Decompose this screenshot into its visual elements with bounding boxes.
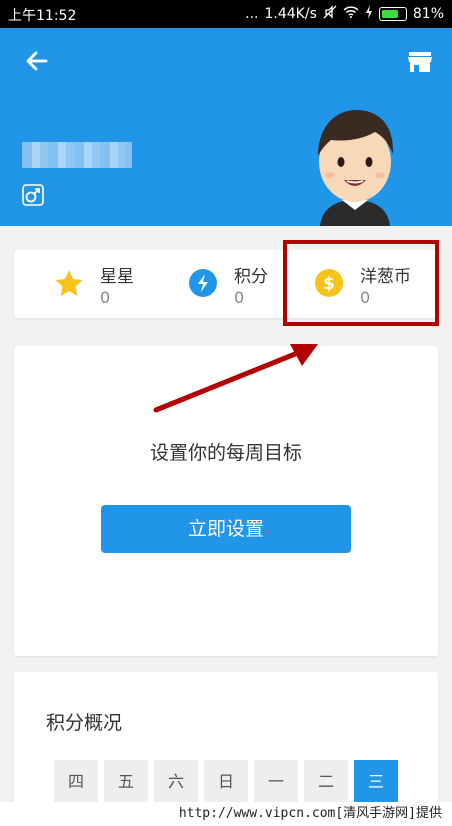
stat-value: 0 [100, 288, 111, 307]
battery-fill [381, 10, 398, 18]
status-time: 上午11:52 [8, 8, 77, 24]
day-selector: 四 五 六 日 一 二 三 [54, 760, 398, 804]
network-speed: 1.44K/s [264, 6, 317, 22]
mute-icon [323, 5, 337, 23]
avatar [300, 100, 410, 226]
battery-icon [378, 7, 407, 21]
goal-title: 设置你的每周目标 [149, 442, 302, 464]
status-dots: ... [245, 6, 259, 22]
day-tab-active[interactable]: 三 [354, 760, 398, 804]
profile-header [0, 28, 452, 226]
points-title: 积分概况 [46, 712, 123, 734]
stat-value: 0 [234, 288, 245, 307]
wifi-icon [343, 6, 359, 22]
day-tab[interactable]: 四 [54, 760, 98, 804]
day-tab[interactable]: 六 [154, 760, 198, 804]
status-right: ... 1.44K/s 81% [245, 5, 444, 23]
back-arrow-icon[interactable] [22, 46, 52, 76]
male-gender-icon [22, 184, 44, 206]
star-icon [54, 268, 84, 298]
day-tab[interactable]: 日 [204, 760, 248, 804]
username-blurred [22, 142, 132, 168]
lightning-icon [188, 268, 218, 298]
set-goal-button[interactable]: 立即设置 [101, 505, 351, 553]
watermark-footer: http://www.vipcn.com[清风手游网]提供 [0, 802, 452, 826]
annotation-highlight-box [283, 240, 439, 326]
day-tab[interactable]: 一 [254, 760, 298, 804]
day-tab[interactable]: 二 [304, 760, 348, 804]
store-icon[interactable] [406, 48, 434, 76]
status-bar: 上午11:52 ... 1.44K/s 81% [0, 0, 452, 28]
charging-icon [365, 5, 373, 23]
stat-label: 星星 [100, 267, 134, 287]
day-tab[interactable]: 五 [104, 760, 148, 804]
annotation-arrow [153, 344, 318, 413]
stat-label: 积分 [234, 267, 268, 287]
battery-percent: 81% [412, 6, 444, 22]
